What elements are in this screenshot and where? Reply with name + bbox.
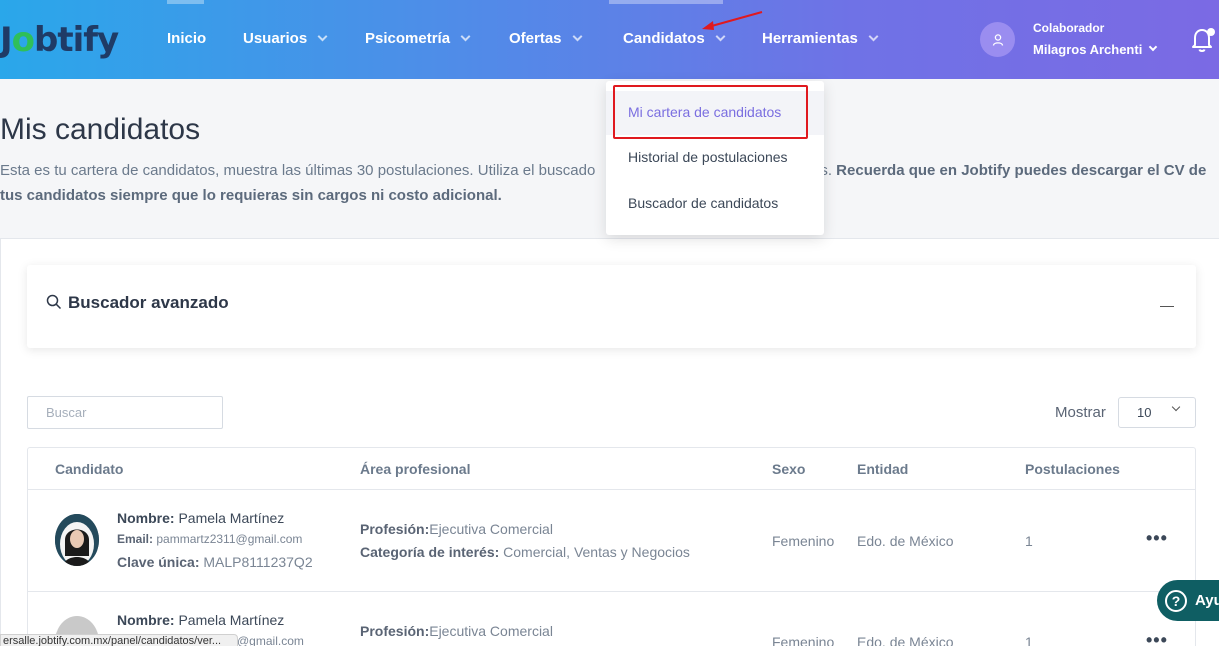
nav-psicometria[interactable]: Psicometría bbox=[365, 30, 471, 47]
collapse-icon[interactable] bbox=[1160, 306, 1174, 307]
nav-candidatos[interactable]: Candidatos bbox=[623, 30, 726, 47]
chevron-down-icon bbox=[1149, 42, 1158, 52]
candidate-sex: Femenino bbox=[772, 533, 835, 549]
nav-label: Ofertas bbox=[509, 30, 562, 47]
candidate-email: @gmail.com bbox=[237, 634, 304, 646]
column-header-entidad[interactable]: Entidad bbox=[857, 461, 908, 477]
candidate-profession: Profesión:Ejecutiva Comercial bbox=[360, 521, 553, 537]
candidate-name[interactable]: Nombre: Pamela Martínez bbox=[117, 612, 284, 628]
candidates-table: Candidato Área profesional Sexo Entidad … bbox=[27, 447, 1196, 646]
chevron-down-icon bbox=[317, 31, 328, 41]
nav-ofertas[interactable]: Ofertas bbox=[509, 30, 582, 47]
header-divider bbox=[28, 489, 1195, 490]
candidate-name[interactable]: Nombre: Pamela Martínez bbox=[117, 510, 284, 526]
user-icon bbox=[992, 33, 1003, 46]
nav-label: Inicio bbox=[167, 30, 207, 47]
nav-label: Herramientas bbox=[762, 30, 858, 47]
bell-icon[interactable] bbox=[1190, 26, 1216, 54]
menu-item-buscador[interactable]: Buscador de candidatos bbox=[628, 195, 778, 211]
chevron-down-icon bbox=[572, 31, 582, 41]
column-header-area[interactable]: Área profesional bbox=[360, 461, 470, 477]
column-header-sexo[interactable]: Sexo bbox=[772, 461, 805, 477]
table-search-input[interactable] bbox=[27, 396, 223, 429]
nav-active-indicator bbox=[609, 0, 723, 4]
page-title: Mis candidatos bbox=[0, 113, 201, 146]
nav-usuarios[interactable]: Usuarios bbox=[243, 30, 328, 47]
user-name: Milagros Archenti bbox=[1033, 42, 1143, 57]
chevron-down-icon bbox=[868, 31, 879, 41]
candidate-entity: Edo. de México bbox=[857, 634, 954, 646]
candidate-photo[interactable] bbox=[55, 514, 99, 566]
help-label: Ayu bbox=[1195, 592, 1219, 609]
candidate-applications: 1 bbox=[1025, 533, 1033, 549]
user-menu[interactable]: Milagros Archenti bbox=[1033, 42, 1158, 57]
chevron-down-icon bbox=[715, 31, 726, 41]
nav-herramientas[interactable]: Herramientas bbox=[762, 30, 879, 47]
user-role: Colaborador bbox=[1033, 21, 1105, 35]
nav-label: Candidatos bbox=[623, 30, 705, 47]
nav-active-indicator bbox=[167, 0, 204, 4]
row-actions-icon[interactable]: ••• bbox=[1146, 528, 1168, 549]
help-button[interactable]: ? Ayu bbox=[1157, 580, 1219, 621]
chevron-down-icon bbox=[1171, 402, 1181, 412]
browser-status-url: ersalle.jobtify.com.mx/panel/candidatos/… bbox=[0, 634, 238, 646]
show-entries-value: 10 bbox=[1137, 405, 1152, 420]
search-icon bbox=[46, 294, 62, 310]
user-avatar[interactable] bbox=[980, 22, 1015, 57]
jobtify-logo[interactable]: Jobtify bbox=[0, 20, 119, 60]
row-actions-icon[interactable]: ••• bbox=[1146, 630, 1168, 646]
chevron-down-icon bbox=[460, 31, 471, 41]
advanced-search-title[interactable]: Buscador avanzado bbox=[68, 293, 229, 313]
menu-item-historial[interactable]: Historial de postulaciones bbox=[628, 149, 788, 165]
candidate-profession: Profesión:Ejecutiva Comercial bbox=[360, 623, 553, 639]
candidate-category: Categoría de interés: Comercial, Ventas … bbox=[360, 544, 690, 560]
candidate-key: Clave única: MALP8111237Q2 bbox=[117, 554, 313, 570]
column-header-candidato[interactable]: Candidato bbox=[55, 461, 123, 477]
annotation-arrow-icon bbox=[702, 11, 763, 30]
show-entries-select[interactable]: 10 bbox=[1118, 397, 1196, 428]
show-entries-label: Mostrar bbox=[1055, 404, 1106, 421]
candidate-email: Email: pammartz2311@gmail.com bbox=[117, 532, 303, 546]
nav-label: Psicometría bbox=[365, 30, 451, 47]
candidate-entity: Edo. de México bbox=[857, 533, 954, 549]
row-divider bbox=[28, 591, 1195, 592]
annotation-highlight-box bbox=[613, 85, 808, 139]
nav-inicio[interactable]: Inicio bbox=[167, 30, 206, 47]
question-icon: ? bbox=[1165, 589, 1187, 612]
candidate-sex: Femenino bbox=[772, 634, 835, 646]
column-header-postulaciones[interactable]: Postulaciones bbox=[1025, 461, 1120, 477]
candidate-applications: 1 bbox=[1025, 634, 1033, 646]
nav-label: Usuarios bbox=[243, 30, 308, 47]
